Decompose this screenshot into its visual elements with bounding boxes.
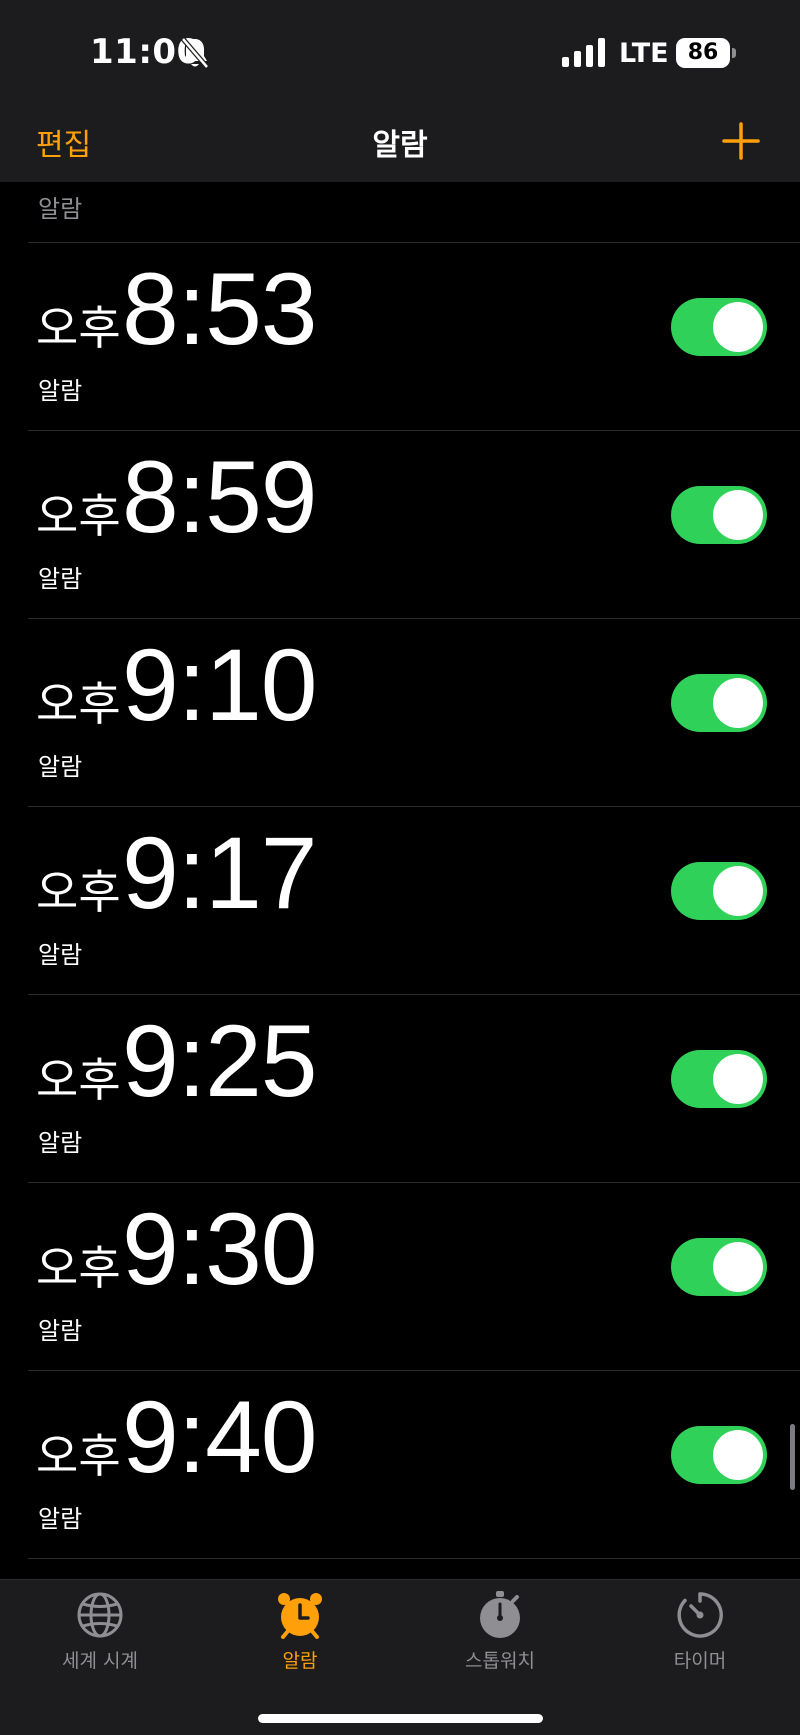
tab-alarm[interactable]: 알람 [200,1590,400,1690]
alarm-time: 9:25 [122,1004,318,1118]
alarm-toggle[interactable] [671,1426,767,1484]
alarm-list[interactable]: 알람 오후 8:53 알람 오후 8:59 알람 오후 9:10 알람 오후 9… [0,182,800,1579]
alarm-ampm: 오후 [36,865,121,919]
tab-label: 타이머 [673,1650,727,1672]
alarm-time: 9:30 [122,1192,318,1306]
alarm-label: 알람 [38,941,83,969]
alarm-row[interactable]: 오후 9:40 알람 [0,1371,800,1559]
alarm-ampm: 오후 [36,677,121,731]
divider [28,1558,800,1559]
stopwatch-icon [480,1591,520,1638]
tab-timer[interactable]: 타이머 [600,1590,800,1690]
nav-bar: 편집 알람 [0,100,800,182]
alarm-label: 알람 [38,753,83,781]
alarm-time: 8:59 [122,440,318,554]
cellular-signal-icon [562,38,605,67]
tab-label: 스톱워치 [465,1650,535,1672]
alarm-time: 9:10 [122,628,318,742]
alarm-time: 9:17 [122,816,318,930]
alarm-label: 알람 [38,565,83,593]
alarm-toggle[interactable] [671,298,767,356]
tab-bar: 세계 시계 알람 스톱워치 타이머 [0,1579,800,1735]
alarm-ampm: 오후 [36,301,121,355]
alarm-label: 알람 [38,1317,83,1345]
tab-label: 알람 [282,1650,318,1672]
scroll-indicator[interactable] [790,1424,795,1490]
page-title: 알람 [372,128,428,163]
alarm-toggle[interactable] [671,1050,767,1108]
toggle-knob [713,490,763,540]
status-bar: 11:00 LTE 86 [0,0,800,100]
bell-slash-icon [181,37,209,69]
network-type: LTE [619,38,669,69]
alarm-label: 알람 [38,377,83,405]
alarm-ampm: 오후 [36,1241,121,1295]
toggle-knob [713,1242,763,1292]
alarm-label: 알람 [38,1505,83,1533]
plus-icon [722,122,760,160]
toggle-knob [713,866,763,916]
alarm-row[interactable]: 오후 9:10 알람 [0,619,800,807]
battery-cap [732,48,736,58]
battery-icon: 86 [676,38,730,68]
toggle-knob [713,1430,763,1480]
tab-world-clock[interactable]: 세계 시계 [0,1590,200,1690]
home-indicator[interactable] [258,1714,543,1723]
alarm-label: 알람 [38,195,83,223]
alarm-time: 8:53 [122,252,318,366]
alarm-row[interactable]: 오후 8:59 알람 [0,431,800,619]
toggle-knob [713,1054,763,1104]
tab-label: 세계 시계 [62,1650,138,1672]
alarm-row[interactable]: 오후 9:30 알람 [0,1183,800,1371]
alarm-clock-icon [278,1593,322,1639]
alarm-toggle[interactable] [671,1238,767,1296]
alarm-toggle[interactable] [671,674,767,732]
add-alarm-button[interactable] [722,122,760,160]
toggle-knob [713,678,763,728]
battery-level: 86 [687,40,719,65]
alarm-time: 9:40 [122,1380,318,1494]
timer-icon [677,1592,723,1638]
alarm-toggle[interactable] [671,862,767,920]
alarm-toggle[interactable] [671,486,767,544]
alarm-row[interactable]: 오후 8:53 알람 [0,243,800,431]
alarm-ampm: 오후 [36,489,121,543]
toggle-knob [713,302,763,352]
alarm-label: 알람 [38,1129,83,1157]
alarm-ampm: 오후 [36,1429,121,1483]
alarm-row[interactable]: 오후 9:25 알람 [0,995,800,1183]
globe-icon [77,1592,123,1638]
alarm-ampm: 오후 [36,1053,121,1107]
alarm-row[interactable]: 오후 9:17 알람 [0,807,800,995]
tab-stopwatch[interactable]: 스톱워치 [400,1590,600,1690]
